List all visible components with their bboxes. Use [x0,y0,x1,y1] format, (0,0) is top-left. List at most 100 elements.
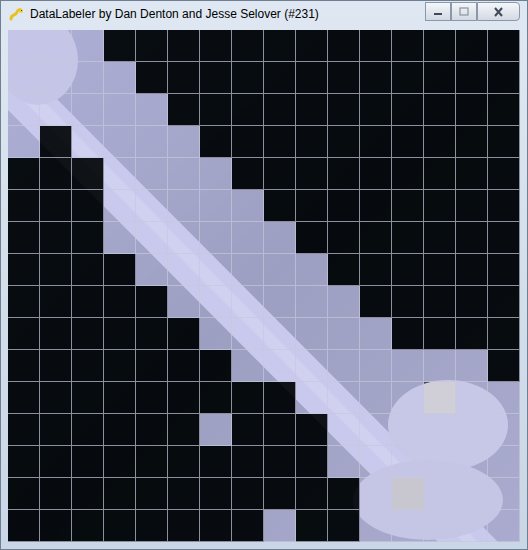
grid-cell[interactable] [360,158,392,190]
grid-cell[interactable] [360,478,392,510]
grid-cell[interactable] [232,94,264,126]
grid-cell[interactable] [40,254,72,286]
grid-cell[interactable] [296,382,328,414]
grid-cell[interactable] [72,30,104,62]
grid-cell[interactable] [360,318,392,350]
grid-cell[interactable] [328,478,360,510]
grid-cell[interactable] [328,446,360,478]
grid-cell[interactable] [488,446,520,478]
grid-cell[interactable] [136,446,168,478]
grid-cell[interactable] [360,62,392,94]
grid-cell[interactable] [104,510,136,542]
grid-cell[interactable] [392,286,424,318]
grid-cell[interactable] [200,222,232,254]
grid-cell[interactable] [392,350,424,382]
grid-cell[interactable] [8,62,40,94]
grid-cell[interactable] [264,286,296,318]
grid-cell[interactable] [104,318,136,350]
grid-cell[interactable] [72,62,104,94]
grid-cell[interactable] [72,318,104,350]
grid-cell[interactable] [392,254,424,286]
grid-cell[interactable] [456,446,488,478]
grid-cell[interactable] [104,190,136,222]
grid-cell[interactable] [296,222,328,254]
grid-cell[interactable] [264,510,296,542]
grid-cell[interactable] [456,62,488,94]
grid-cell[interactable] [200,350,232,382]
grid-cell[interactable] [168,254,200,286]
grid-cell[interactable] [8,222,40,254]
grid-cell[interactable] [296,414,328,446]
grid-cell[interactable] [296,158,328,190]
grid-cell[interactable] [40,158,72,190]
grid-cell[interactable] [168,350,200,382]
grid-cell[interactable] [200,382,232,414]
grid-cell[interactable] [168,62,200,94]
grid-cell[interactable] [328,222,360,254]
grid-cell[interactable] [456,222,488,254]
grid-cell[interactable] [168,286,200,318]
grid-cell[interactable] [392,446,424,478]
grid-cell[interactable] [72,350,104,382]
grid-cell[interactable] [392,94,424,126]
grid-cell[interactable] [168,30,200,62]
grid-cell[interactable] [168,222,200,254]
grid-cell[interactable] [8,30,40,62]
grid-cell[interactable] [232,350,264,382]
grid-cell[interactable] [264,190,296,222]
grid-cell[interactable] [232,158,264,190]
grid-cell[interactable] [360,510,392,542]
grid-cell[interactable] [360,350,392,382]
grid-cell[interactable] [200,94,232,126]
grid-cell[interactable] [104,126,136,158]
grid-cell[interactable] [104,382,136,414]
grid-cell[interactable] [296,126,328,158]
grid-cell[interactable] [136,222,168,254]
grid-cell[interactable] [72,414,104,446]
grid-cell[interactable] [104,222,136,254]
grid-cell[interactable] [136,382,168,414]
grid-cell[interactable] [232,510,264,542]
grid-cell[interactable] [328,254,360,286]
grid-cell[interactable] [72,158,104,190]
grid-cell[interactable] [296,318,328,350]
grid-cell[interactable] [328,62,360,94]
grid-cell[interactable] [264,478,296,510]
grid-cell[interactable] [456,286,488,318]
grid-cell[interactable] [488,286,520,318]
grid-cell[interactable] [136,158,168,190]
grid-cell[interactable] [136,286,168,318]
grid-cell[interactable] [232,446,264,478]
grid-cell[interactable] [40,478,72,510]
grid-cell[interactable] [488,318,520,350]
image-canvas[interactable] [8,30,520,542]
grid-cell[interactable] [136,190,168,222]
grid-cell[interactable] [456,318,488,350]
grid-cell[interactable] [136,414,168,446]
grid-cell[interactable] [8,254,40,286]
grid-cell[interactable] [424,382,456,414]
maximize-button[interactable] [451,2,477,21]
grid-cell[interactable] [40,350,72,382]
grid-cell[interactable] [456,190,488,222]
grid-cell[interactable] [264,30,296,62]
grid-cell[interactable] [328,286,360,318]
grid-cell[interactable] [168,318,200,350]
grid-cell[interactable] [200,30,232,62]
grid-cell[interactable] [488,30,520,62]
grid-cell[interactable] [232,222,264,254]
grid-cell[interactable] [456,158,488,190]
grid-cell[interactable] [456,414,488,446]
grid-cell[interactable] [8,286,40,318]
grid-cell[interactable] [424,190,456,222]
grid-cell[interactable] [392,382,424,414]
grid-cell[interactable] [72,190,104,222]
grid-cell[interactable] [200,446,232,478]
grid-cell[interactable] [296,478,328,510]
grid-cell[interactable] [328,126,360,158]
grid-cell[interactable] [264,62,296,94]
grid-cell[interactable] [424,254,456,286]
grid-cell[interactable] [488,254,520,286]
grid-cell[interactable] [232,286,264,318]
grid-cell[interactable] [232,414,264,446]
